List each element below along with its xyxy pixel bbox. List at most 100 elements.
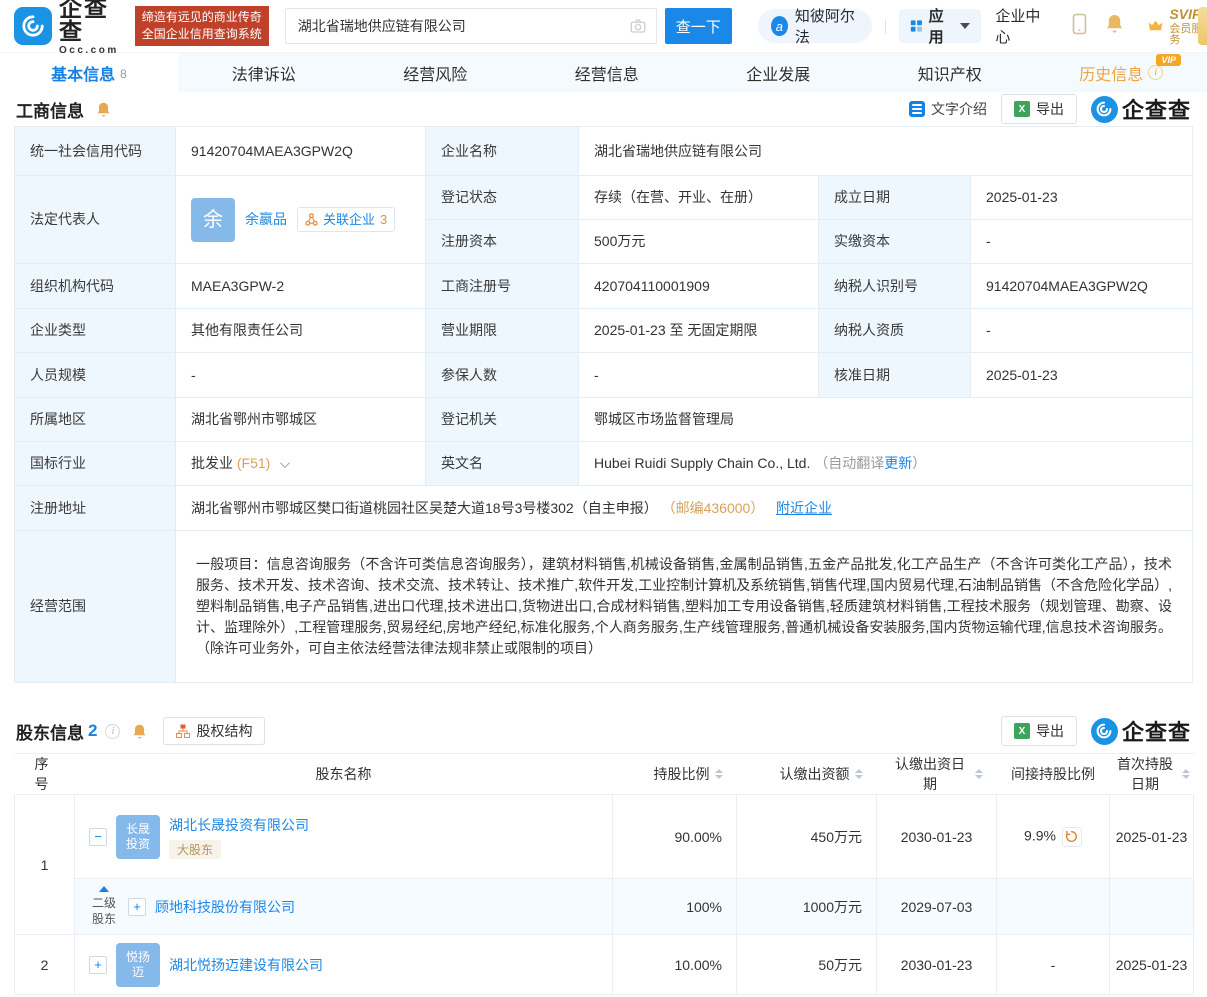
nearby-link[interactable]: 附近企业: [776, 500, 832, 516]
col-no: 序号: [15, 754, 75, 795]
related-company-badge[interactable]: 关联企业 3: [297, 207, 395, 233]
tab-development[interactable]: 企业发展: [693, 53, 865, 92]
approval-date-value: 2025-01-23: [971, 353, 1193, 398]
sort-icon[interactable]: [975, 769, 983, 779]
apps-grid-icon: [910, 18, 923, 34]
text-intro-button[interactable]: 文字介绍: [909, 99, 987, 119]
equity-structure-icon: [176, 724, 190, 738]
tab-basic-info[interactable]: 基本信息 8: [0, 53, 178, 92]
sort-icon[interactable]: [715, 769, 723, 779]
shareholder-link[interactable]: 顾地科技股份有限公司: [155, 897, 295, 917]
shareholder-link[interactable]: 湖北悦扬迈建设有限公司: [169, 955, 323, 975]
export-label: 导出: [1036, 721, 1064, 741]
notification-bell-icon[interactable]: [1105, 13, 1124, 39]
equity-structure-button[interactable]: 股权结构: [163, 717, 265, 745]
camera-icon[interactable]: [629, 17, 647, 40]
tab-ip-label: 知识产权: [918, 61, 982, 85]
region-value: 湖北省鄂州市鄂城区: [176, 398, 426, 442]
expand-button[interactable]: +: [89, 956, 107, 974]
tab-ip[interactable]: 知识产权: [864, 53, 1036, 92]
field-label: 英文名: [426, 442, 579, 486]
qcc-watermark: 企查查: [1091, 93, 1191, 125]
qcc-company-page: 企查查 Qcc.com 缔造有远见的商业传奇 全国企业信用查询系统 查一下 a …: [0, 0, 1207, 997]
field-label: 注册资本: [426, 220, 579, 264]
watermark-logo-icon: [1091, 96, 1118, 123]
legal-rep-avatar[interactable]: 余: [191, 198, 235, 242]
qcc-logo-icon[interactable]: [14, 7, 52, 45]
tab-risk[interactable]: 经营风险: [350, 53, 522, 92]
chevron-down-icon[interactable]: [280, 458, 290, 468]
tab-operation[interactable]: 经营信息: [521, 53, 693, 92]
sort-icon[interactable]: [855, 769, 863, 779]
address-value: 湖北省鄂州市鄂城区樊口街道桃园社区吴楚大道18号3号楼302（自主申报）: [191, 500, 658, 516]
org-code-value: MAEA3GPW-2: [176, 264, 426, 309]
watermark-text: 企查查: [1122, 93, 1191, 125]
amount-value: 1000万元: [737, 879, 877, 935]
info-icon[interactable]: i: [105, 724, 120, 739]
collapse-button[interactable]: −: [89, 828, 107, 846]
taxpayer-qual-value: -: [971, 309, 1193, 353]
apps-menu-button[interactable]: 应用: [899, 9, 982, 43]
expand-button[interactable]: +: [128, 898, 146, 916]
col-ratio: 持股比例: [613, 754, 737, 795]
field-label: 纳税人识别号: [819, 264, 971, 309]
mobile-app-icon[interactable]: [1072, 13, 1087, 40]
reg-no-value: 420704110001909: [579, 264, 819, 309]
zhibi-alpha-button[interactable]: a 知彼阿尔法: [758, 9, 872, 43]
shareholders-table-header-row: 序号 股东名称 持股比例 认缴出资额 认缴出资日期 间接持股比例 首次持股日期: [15, 754, 1194, 795]
tab-legal-label: 法律诉讼: [232, 61, 296, 85]
shareholder-avatar[interactable]: 长晟投资: [116, 815, 160, 859]
translate-update-link[interactable]: 更新: [884, 455, 912, 471]
row-no: 2: [15, 935, 75, 995]
related-company-label: 关联企业: [323, 210, 375, 230]
business-info-header: 工商信息 文字介绍 X 导出: [0, 92, 1207, 126]
field-label: 核准日期: [819, 353, 971, 398]
industry-cell: 批发业 (F51): [176, 442, 426, 486]
watermark-text: 企查查: [1122, 715, 1191, 747]
company-type-value: 其他有限责任公司: [176, 309, 426, 353]
search-input[interactable]: [285, 8, 657, 44]
est-date-value: 2025-01-23: [971, 176, 1193, 220]
zhibi-alpha-icon: a: [771, 16, 788, 36]
shareholder-link[interactable]: 湖北长晟投资有限公司: [169, 817, 309, 833]
staff-size-value: -: [176, 353, 426, 398]
address-cell: 湖北省鄂州市鄂城区樊口街道桃园社区吴楚大道18号3号楼302（自主申报） （邮编…: [176, 486, 1193, 531]
caret-down-icon: [960, 23, 970, 29]
date-value: 2030-01-23: [877, 935, 997, 995]
shareholder-name-cell: − 长晟投资 湖北长晟投资有限公司 大股东: [75, 795, 613, 879]
shareholder-avatar[interactable]: 悦扬迈: [116, 943, 160, 987]
subscribe-bell-icon[interactable]: [132, 723, 147, 740]
search-button[interactable]: 查一下: [665, 8, 732, 44]
subscribe-bell-icon[interactable]: [96, 101, 111, 118]
info-icon[interactable]: i: [1148, 65, 1163, 80]
field-label: 经营范围: [15, 531, 176, 683]
major-holder-tag: 大股东: [169, 840, 221, 859]
level2-triangle-icon[interactable]: [99, 886, 109, 892]
col-indirect: 间接持股比例: [997, 754, 1110, 795]
text-intro-icon: [909, 101, 925, 117]
biz-term-value: 2025-01-23 至 无固定期限: [579, 309, 819, 353]
date-value: 2030-01-23: [877, 795, 997, 879]
tab-legal[interactable]: 法律诉讼: [178, 53, 350, 92]
top-right-tools: a 知彼阿尔法 应用 企业中心: [758, 5, 1207, 47]
legal-rep-cell: 余 余嬴品 关联企业 3: [176, 176, 426, 264]
export-label: 导出: [1036, 99, 1064, 119]
related-company-count: 3: [380, 210, 387, 230]
en-name-value: Hubei Ruidi Supply Chain Co., Ltd.: [594, 455, 810, 471]
sort-icon[interactable]: [1182, 769, 1190, 779]
col-first-date: 首次持股日期: [1110, 754, 1194, 795]
amount-value: 50万元: [737, 935, 877, 995]
export-button[interactable]: X 导出: [1001, 94, 1077, 124]
sub-shareholder-name-cell: 二级 股东 + 顾地科技股份有限公司: [75, 879, 613, 935]
col-name: 股东名称: [75, 754, 613, 795]
enterprise-center-link[interactable]: 企业中心: [995, 5, 1047, 47]
shareholder-row-1: 1 − 长晟投资 湖北长晟投资有限公司 大股东 90.00% 450万元: [15, 795, 1194, 879]
equity-penetration-icon[interactable]: [1062, 827, 1082, 847]
tab-history[interactable]: VIP 历史信息 i: [1036, 53, 1207, 92]
related-company-icon: [305, 213, 318, 226]
excel-icon: X: [1014, 101, 1030, 117]
qcc-logo-text[interactable]: 企查查 Qcc.com: [59, 0, 128, 56]
legal-rep-link[interactable]: 余嬴品: [245, 209, 287, 230]
address-zip: （邮编436000）: [662, 500, 765, 516]
export-button[interactable]: X 导出: [1001, 716, 1077, 746]
